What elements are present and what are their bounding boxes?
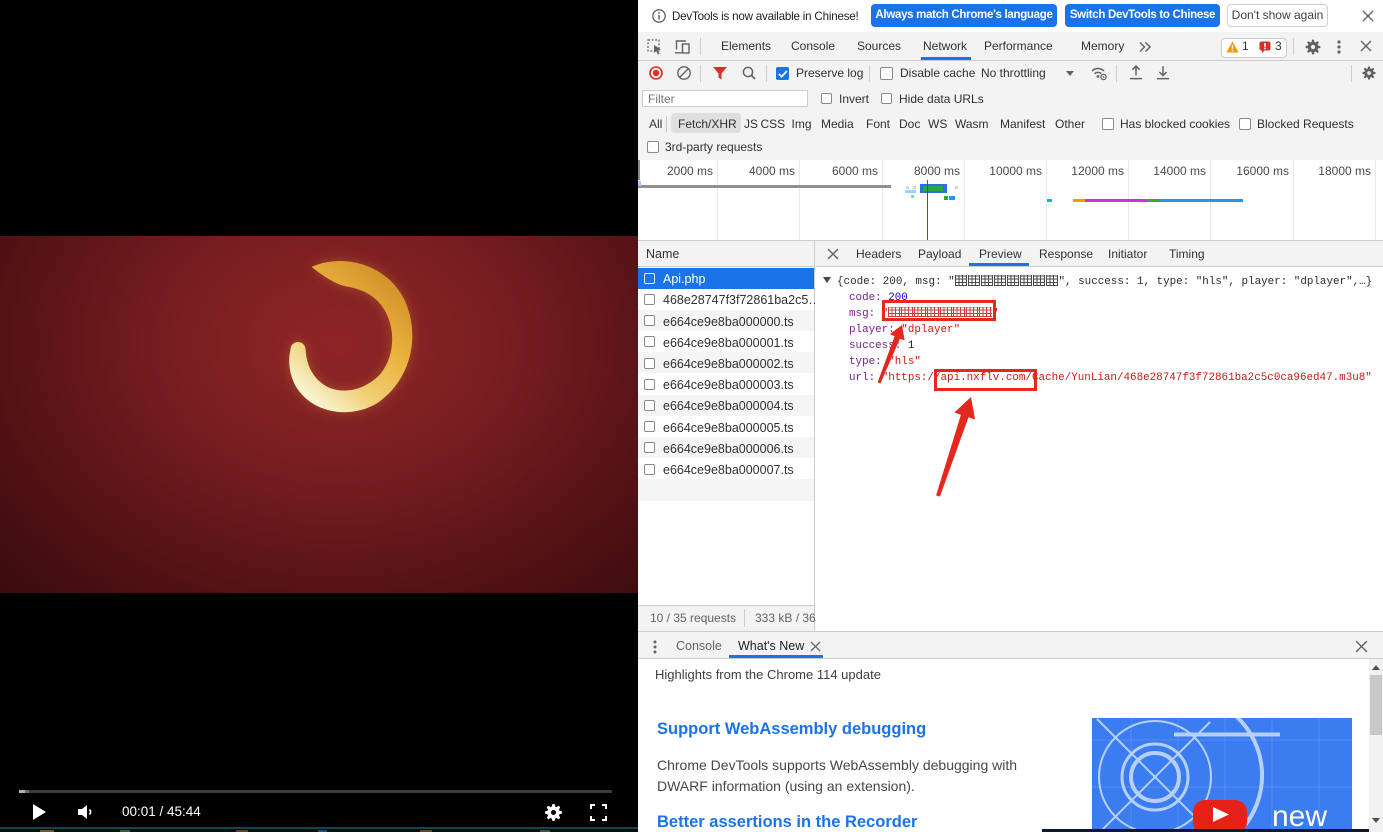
svg-text:new: new (1272, 800, 1327, 829)
